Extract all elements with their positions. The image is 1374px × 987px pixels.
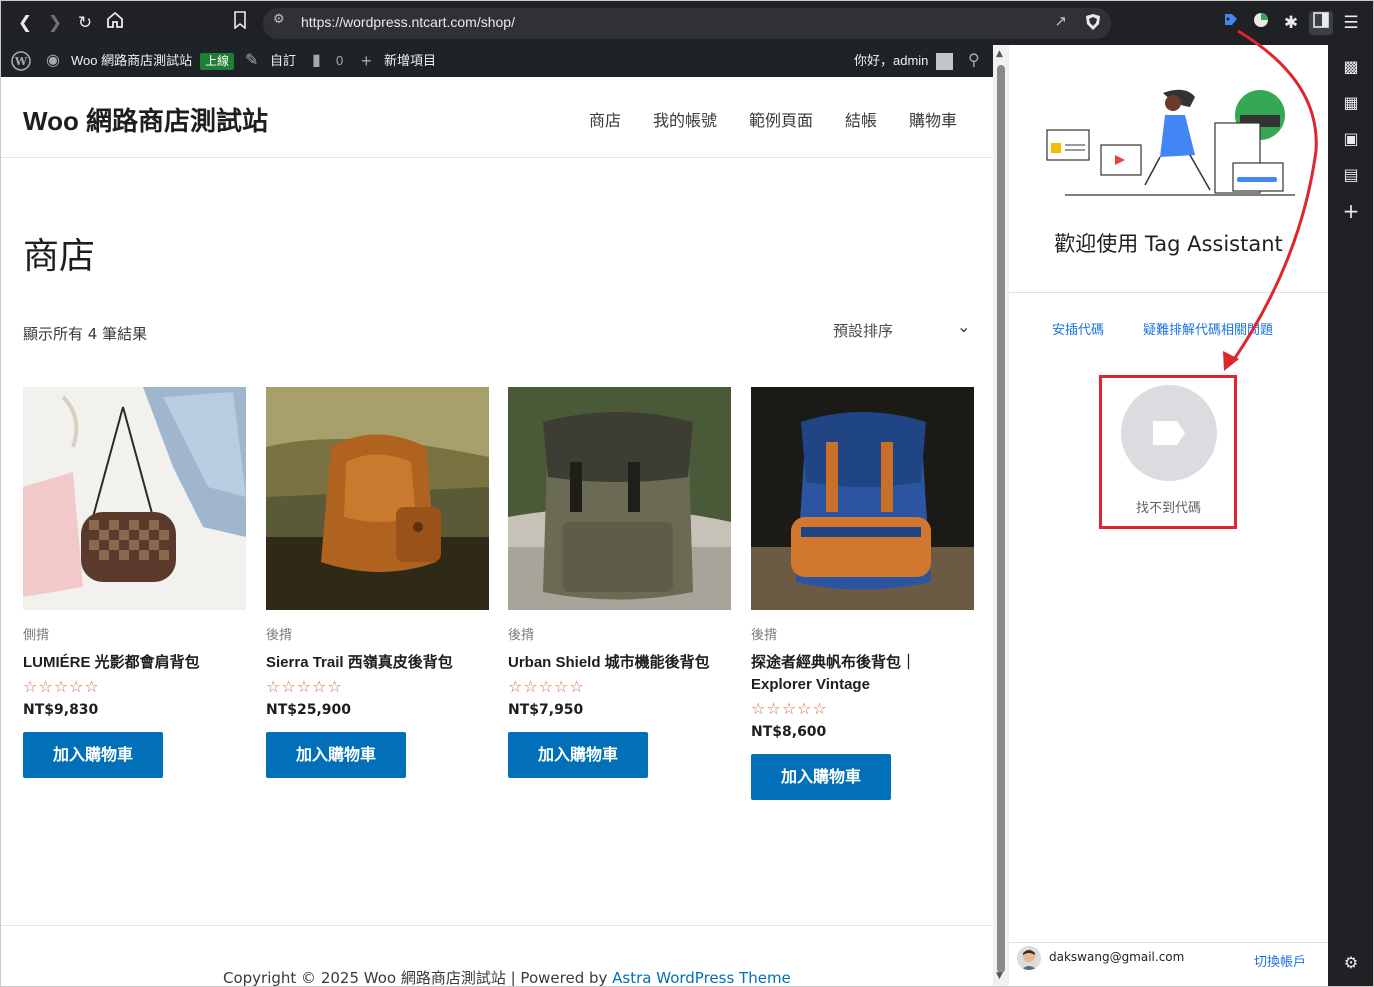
footer-copyright: Copyright © 2025 Woo 網路商店測試站 | Powered b…	[223, 967, 791, 987]
admin-greeting[interactable]: 你好，admin	[854, 45, 928, 77]
nav-my-account[interactable]: 我的帳號	[653, 107, 717, 131]
product-card: 後揹 探途者經典帆布後背包｜Explorer Vintage ☆☆☆☆☆ NT$…	[751, 387, 974, 800]
browser-window: ❮ ❯ ↻ ⚙ https://wordpress.ntcart.com/sho…	[0, 0, 1374, 987]
product-rating: ☆☆☆☆☆	[508, 677, 585, 696]
add-to-cart-button[interactable]: 加入購物車	[23, 732, 163, 778]
product-price: NT$9,830	[23, 702, 99, 718]
product-price: NT$8,600	[751, 724, 827, 740]
product-image[interactable]	[266, 387, 489, 610]
extensions-puzzle-icon[interactable]: ✱	[1279, 11, 1303, 35]
site-live-badge: 上線	[200, 53, 235, 70]
product-category[interactable]: 後揹	[508, 624, 731, 643]
site-title[interactable]: Woo 網路商店測試站	[23, 101, 268, 138]
nav-shop[interactable]: 商店	[589, 107, 621, 131]
product-rating: ☆☆☆☆☆	[751, 699, 828, 718]
side-rail: ▩ ▦ ▣ ▤ + ⚙	[1328, 45, 1373, 986]
wordpress-logo-icon[interactable]: W	[11, 45, 31, 77]
product-category[interactable]: 後揹	[751, 624, 974, 643]
footer-divider	[1, 925, 993, 926]
product-title[interactable]: 探途者經典帆布後背包｜Explorer Vintage	[751, 652, 974, 696]
nav-checkout[interactable]: 結帳	[845, 107, 877, 131]
panel-divider	[1009, 292, 1328, 293]
url-text[interactable]: https://wordpress.ntcart.com/shop/	[301, 14, 515, 30]
comment-count[interactable]: 0	[336, 45, 343, 77]
site-header: Woo 網路商店測試站 商店 我的帳號 範例頁面 結帳 購物車	[1, 77, 993, 158]
product-card: 後揹 Sierra Trail 西嶺真皮後背包 ☆☆☆☆☆ NT$25,900 …	[266, 387, 489, 778]
browser-toolbar: ❮ ❯ ↻ ⚙ https://wordpress.ntcart.com/sho…	[1, 1, 1373, 45]
product-image[interactable]	[751, 387, 974, 610]
svg-text:W: W	[14, 55, 28, 68]
bookmarks-icon[interactable]: ▣	[1340, 128, 1362, 150]
scroll-down-icon[interactable]: ▼	[996, 971, 1003, 981]
site-settings-icon[interactable]: ⚙	[273, 12, 285, 27]
account-email: dakswang@gmail.com	[1049, 950, 1185, 964]
share-icon[interactable]: ↗	[1054, 12, 1067, 30]
reading-list-icon[interactable]: ▤	[1340, 164, 1362, 186]
page-scrollbar[interactable]: ▲ ▼	[993, 45, 1009, 986]
footer-theme-link[interactable]: Astra WordPress Theme	[612, 969, 791, 986]
search-icon[interactable]: ⚲	[968, 45, 980, 77]
switch-account-link[interactable]: 切換帳戶	[1254, 951, 1306, 970]
back-icon[interactable]: ❮	[13, 11, 37, 35]
highlight-annotation-box	[1099, 375, 1237, 529]
admin-avatar[interactable]	[936, 53, 953, 70]
avatar[interactable]	[1017, 946, 1041, 970]
add-panel-icon[interactable]: +	[1340, 200, 1362, 222]
product-rating: ☆☆☆☆☆	[23, 677, 100, 696]
scroll-up-icon[interactable]: ▲	[996, 49, 1003, 59]
nav-cart[interactable]: 購物車	[909, 107, 957, 131]
troubleshoot-tag-link[interactable]: 疑難排解代碼相關問題	[1143, 319, 1273, 338]
sort-label: 預設排序	[833, 322, 894, 340]
product-title[interactable]: LUMIÉRE 光影都會肩背包	[23, 652, 246, 674]
nav-sample-page[interactable]: 範例頁面	[749, 107, 813, 131]
menu-icon[interactable]: ☰	[1339, 11, 1363, 35]
media-icon[interactable]: ▩	[1340, 56, 1362, 78]
welcome-illustration	[1046, 89, 1295, 196]
product-image[interactable]	[23, 387, 246, 610]
product-card: 側揹 LUMIÉRE 光影都會肩背包 ☆☆☆☆☆ NT$9,830 加入購物車	[23, 387, 246, 778]
comment-icon[interactable]: ▮	[312, 45, 321, 77]
product-price: NT$7,950	[508, 702, 584, 718]
product-title[interactable]: Urban Shield 城市機能後背包	[508, 652, 731, 674]
brush-icon[interactable]: ✎	[245, 45, 258, 77]
account-bar: dakswang@gmail.com 切換帳戶	[1009, 942, 1328, 982]
product-category[interactable]: 側揹	[23, 624, 246, 643]
new-item-link[interactable]: 新增項目	[384, 45, 436, 77]
customize-link[interactable]: 自訂	[270, 45, 296, 77]
bookmark-icon[interactable]	[228, 11, 252, 35]
admin-bar-site-name[interactable]: Woo 網路商店測試站	[71, 45, 192, 77]
side-panel-toggle-icon[interactable]	[1309, 11, 1333, 35]
product-image[interactable]	[508, 387, 731, 610]
install-tag-link[interactable]: 安插代碼	[1052, 319, 1104, 338]
add-to-cart-button[interactable]: 加入購物車	[266, 732, 406, 778]
extension-icon[interactable]	[1249, 11, 1273, 35]
settings-gear-icon[interactable]: ⚙	[1340, 952, 1362, 974]
address-bar[interactable]: ⚙ https://wordpress.ntcart.com/shop/ ↗	[263, 8, 1111, 39]
forward-icon[interactable]: ❯	[43, 11, 67, 35]
welcome-heading: 歡迎使用 Tag Assistant	[1054, 232, 1283, 256]
footer-copyright-text: Copyright © 2025 Woo 網路商店測試站 | Powered b…	[223, 969, 613, 987]
tag-assistant-panel: 歡迎使用 Tag Assistant 安插代碼 疑難排解代碼相關問題 找不到代碼…	[1009, 45, 1328, 986]
result-count: 顯示所有 4 筆結果	[23, 325, 148, 343]
wallet-icon[interactable]: ▦	[1340, 92, 1362, 114]
site-content: Woo 網路商店測試站 商店 我的帳號 範例頁面 結帳 購物車 商店 顯示所有 …	[1, 77, 993, 987]
add-to-cart-button[interactable]: 加入購物車	[751, 754, 891, 800]
tag-assistant-extension-icon[interactable]	[1219, 11, 1243, 35]
scroll-thumb[interactable]	[997, 65, 1005, 973]
product-card: 後揹 Urban Shield 城市機能後背包 ☆☆☆☆☆ NT$7,950 加…	[508, 387, 731, 778]
product-rating: ☆☆☆☆☆	[266, 677, 343, 696]
sort-select[interactable]: 預設排序 ⌄	[833, 317, 973, 341]
product-category[interactable]: 後揹	[266, 624, 489, 643]
product-price: NT$25,900	[266, 702, 352, 718]
dashboard-icon[interactable]: ◉	[46, 45, 60, 77]
product-title[interactable]: Sierra Trail 西嶺真皮後背包	[266, 652, 489, 674]
brave-shield-icon[interactable]	[1085, 13, 1101, 31]
wp-admin-bar: W ◉ Woo 網路商店測試站 上線 ✎ 自訂 ▮ 0 + 新增項目 你好，ad…	[1, 45, 993, 77]
reload-icon[interactable]: ↻	[73, 11, 97, 35]
plus-icon[interactable]: +	[361, 45, 372, 77]
page-title: 商店	[23, 236, 96, 277]
add-to-cart-button[interactable]: 加入購物車	[508, 732, 648, 778]
home-icon[interactable]	[103, 11, 127, 35]
chevron-down-icon: ⌄	[957, 317, 971, 336]
